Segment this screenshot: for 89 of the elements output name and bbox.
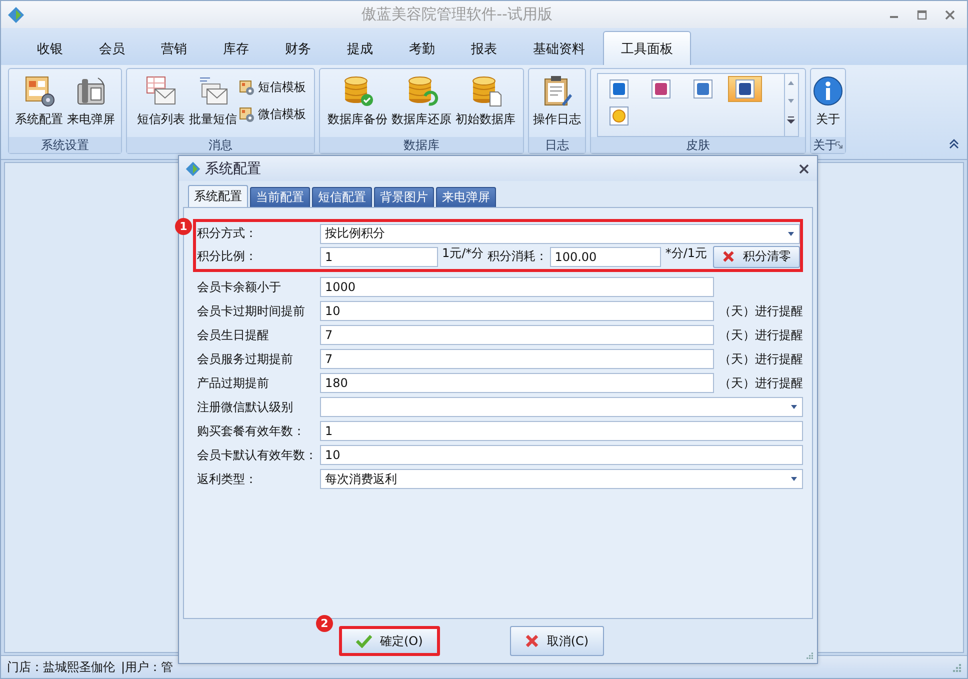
collapse-ribbon-icon[interactable] <box>949 139 959 149</box>
unit-label: *分/1元 <box>665 245 707 262</box>
ribbon-button[interactable]: 初始数据库 <box>454 71 518 131</box>
menu-tab[interactable]: 考勤 <box>391 31 453 65</box>
menu-tab[interactable]: 财务 <box>267 31 329 65</box>
clear-points-button[interactable]: 积分清零 <box>713 246 800 268</box>
field-label: 会员卡余额小于 <box>197 278 282 296</box>
ribbon-button[interactable]: 操作日志 <box>531 71 583 131</box>
close-icon[interactable] <box>945 10 955 20</box>
close-icon[interactable] <box>799 164 809 174</box>
resize-grip-icon[interactable] <box>951 662 961 672</box>
input-field[interactable]: 7 <box>320 325 714 345</box>
window-title: 傲蓝美容院管理软件--试用版 <box>360 5 554 24</box>
suffix-label: （天）进行提醒 <box>718 350 803 368</box>
dialog-tab[interactable]: 背景图片 <box>374 187 434 207</box>
menu-tab[interactable]: 工具面板 <box>603 31 691 65</box>
menu-tab[interactable]: 收银 <box>19 31 81 65</box>
dialog-logo-icon <box>185 160 201 176</box>
cross-icon <box>524 634 539 648</box>
dropdown-arrow-icon <box>787 230 795 236</box>
dropdown-arrow-icon <box>790 476 798 482</box>
dropdown-field[interactable]: 每次消费返利 <box>320 469 803 489</box>
input-field[interactable]: 100.00 <box>550 246 662 266</box>
dropdown-field[interactable]: 按比例积分 <box>320 224 800 244</box>
dialog-tab[interactable]: 短信配置 <box>312 187 372 207</box>
menu-tab[interactable]: 基础资料 <box>515 31 603 65</box>
group-title: 关于 <box>813 136 837 154</box>
field-label: 产品过期提前 <box>197 374 270 392</box>
input-field[interactable]: 1 <box>320 246 438 266</box>
group-title: 消息 <box>208 136 232 154</box>
ribbon-button[interactable]: 短信列表 <box>135 71 187 131</box>
field-label: 注册微信默认级别 <box>197 398 294 416</box>
ribbon-button[interactable]: 系统配置 <box>13 71 65 131</box>
dropdown-arrow-icon <box>790 404 798 410</box>
input-field[interactable]: 7 <box>320 349 714 369</box>
skin-option[interactable] <box>728 76 762 102</box>
info-icon <box>811 74 845 108</box>
menu-tab[interactable]: 营销 <box>143 31 205 65</box>
field-label: 会员服务过期提前 <box>197 350 294 368</box>
dialog-button[interactable]: 確定(O) <box>339 626 440 656</box>
ribbon-button[interactable]: 数据库还原 <box>390 71 454 131</box>
field-label: 返利类型： <box>197 470 258 488</box>
field-label: 积分消耗： <box>488 248 548 265</box>
store-label: 门店：盐城熙圣伽伦 <box>7 658 115 676</box>
maximize-icon[interactable] <box>917 10 927 20</box>
group-title: 数据库 <box>404 136 440 154</box>
menu-tab[interactable]: 提成 <box>329 31 391 65</box>
field-label: 会员生日提醒 <box>197 326 270 344</box>
unit-label: 1元/*分 <box>442 245 484 262</box>
launcher-icon[interactable] <box>835 141 843 149</box>
suffix-label: （天）进行提醒 <box>718 302 803 320</box>
ribbon-button[interactable]: 短信模板 <box>239 79 306 96</box>
input-field[interactable]: 10 <box>320 445 803 465</box>
field-label: 会员卡默认有效年数： <box>197 446 318 464</box>
resize-grip-icon[interactable] <box>805 651 813 659</box>
group-title: 日志 <box>545 136 569 154</box>
close-icon <box>722 250 735 263</box>
ribbon-button[interactable]: 数据库备份 <box>326 71 390 131</box>
app-logo-icon <box>7 6 25 24</box>
dialog-button[interactable]: 取消(C) <box>510 626 604 656</box>
dropdown-field[interactable] <box>320 397 803 417</box>
field-label: 积分方式： <box>197 225 258 242</box>
menu-tab[interactable]: 会员 <box>81 31 143 65</box>
input-field[interactable]: 180 <box>320 373 714 393</box>
input-field[interactable]: 1000 <box>320 277 714 297</box>
ribbon-button[interactable]: 批量短信 <box>187 71 239 131</box>
template-gear-icon <box>239 80 255 96</box>
menu-tab[interactable]: 报表 <box>453 31 515 65</box>
field-label: 购买套餐有效年数： <box>197 422 306 440</box>
ribbon-button[interactable]: 关于 <box>809 71 847 131</box>
template-gear-icon <box>239 106 255 122</box>
group-title: 皮肤 <box>686 136 710 154</box>
dialog-tab[interactable]: 当前配置 <box>250 187 310 207</box>
suffix-label: （天）进行提醒 <box>718 374 803 392</box>
ribbon-button[interactable]: 微信模板 <box>239 106 306 123</box>
dialog-tab[interactable]: 系统配置 <box>188 185 248 207</box>
input-field[interactable]: 1 <box>320 421 803 441</box>
menu-tab[interactable]: 库存 <box>205 31 267 65</box>
group-title: 系统设置 <box>41 136 89 154</box>
checkmark-icon <box>356 634 372 648</box>
suffix-label: （天）进行提醒 <box>718 326 803 344</box>
field-label: 积分比例： <box>197 248 258 265</box>
dialog-title: 系统配置 <box>205 160 261 178</box>
step-marker: 2 <box>316 615 333 632</box>
field-label: 会员卡过期时间提前 <box>197 302 306 320</box>
ribbon-button[interactable]: 来电弹屏 <box>65 71 117 131</box>
user-label: |用户：管 <box>121 658 174 676</box>
dialog-tab[interactable]: 来电弹屏 <box>436 187 496 207</box>
input-field[interactable]: 10 <box>320 301 714 321</box>
